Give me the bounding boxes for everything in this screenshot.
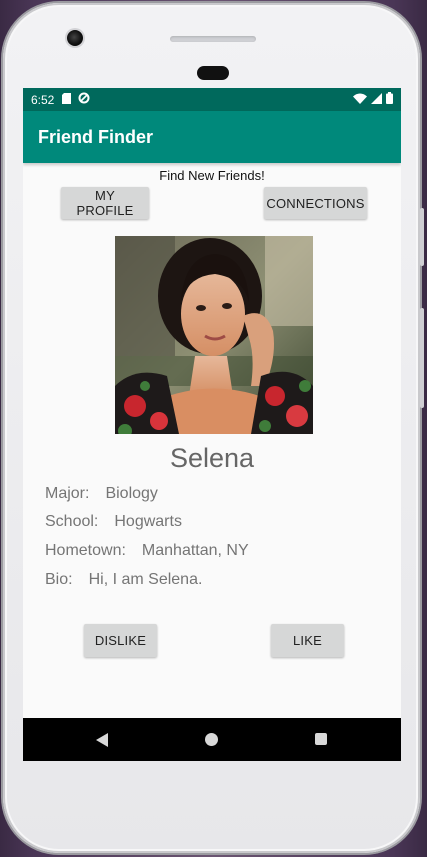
school-value: Hogwarts <box>114 513 182 530</box>
cell-signal-icon <box>371 92 382 107</box>
profile-name: Selena <box>169 443 255 473</box>
bio-value: Hi, I am Selena. <box>88 571 203 588</box>
status-bar: 6:52 <box>23 88 401 111</box>
my-profile-button[interactable]: MY PROFILE <box>61 187 149 219</box>
data-saver-icon <box>78 92 90 107</box>
dislike-button[interactable]: DISLIKE <box>84 624 157 657</box>
power-button <box>420 208 424 266</box>
back-icon[interactable] <box>96 733 108 747</box>
navigation-bar <box>23 718 401 761</box>
school-label: School: <box>45 513 99 530</box>
screen: 6:52 Friend Finder Find New Friends! MY … <box>23 88 401 761</box>
school-row: School: Hogwarts <box>45 513 182 531</box>
earpiece <box>197 66 229 80</box>
home-icon[interactable] <box>205 733 218 746</box>
phone-frame: 6:52 Friend Finder Find New Friends! MY … <box>3 3 424 853</box>
wifi-icon <box>353 93 367 107</box>
app-bar: Friend Finder <box>23 111 401 163</box>
major-row: Major: Biology <box>45 485 158 503</box>
top-speaker <box>170 36 256 42</box>
page-subtitle: Find New Friends! <box>159 168 265 183</box>
connections-button[interactable]: CONNECTIONS <box>264 187 367 219</box>
major-label: Major: <box>45 485 90 502</box>
like-button[interactable]: LIKE <box>271 624 344 657</box>
volume-button <box>420 308 424 408</box>
front-camera <box>67 30 83 46</box>
app-title: Friend Finder <box>38 126 154 147</box>
hometown-value: Manhattan, NY <box>141 542 249 559</box>
major-value: Biology <box>105 485 158 502</box>
hometown-row: Hometown: Manhattan, NY <box>45 542 249 560</box>
bio-row: Bio: Hi, I am Selena. <box>45 571 202 589</box>
hometown-label: Hometown: <box>45 542 126 559</box>
recents-icon[interactable] <box>315 733 327 745</box>
main-content: Find New Friends! MY PROFILE CONNECTIONS <box>23 163 401 718</box>
profile-photo <box>115 236 313 434</box>
bio-label: Bio: <box>45 571 73 588</box>
battery-icon <box>386 92 393 107</box>
sd-card-icon <box>62 92 72 107</box>
status-time: 6:52 <box>31 92 55 107</box>
